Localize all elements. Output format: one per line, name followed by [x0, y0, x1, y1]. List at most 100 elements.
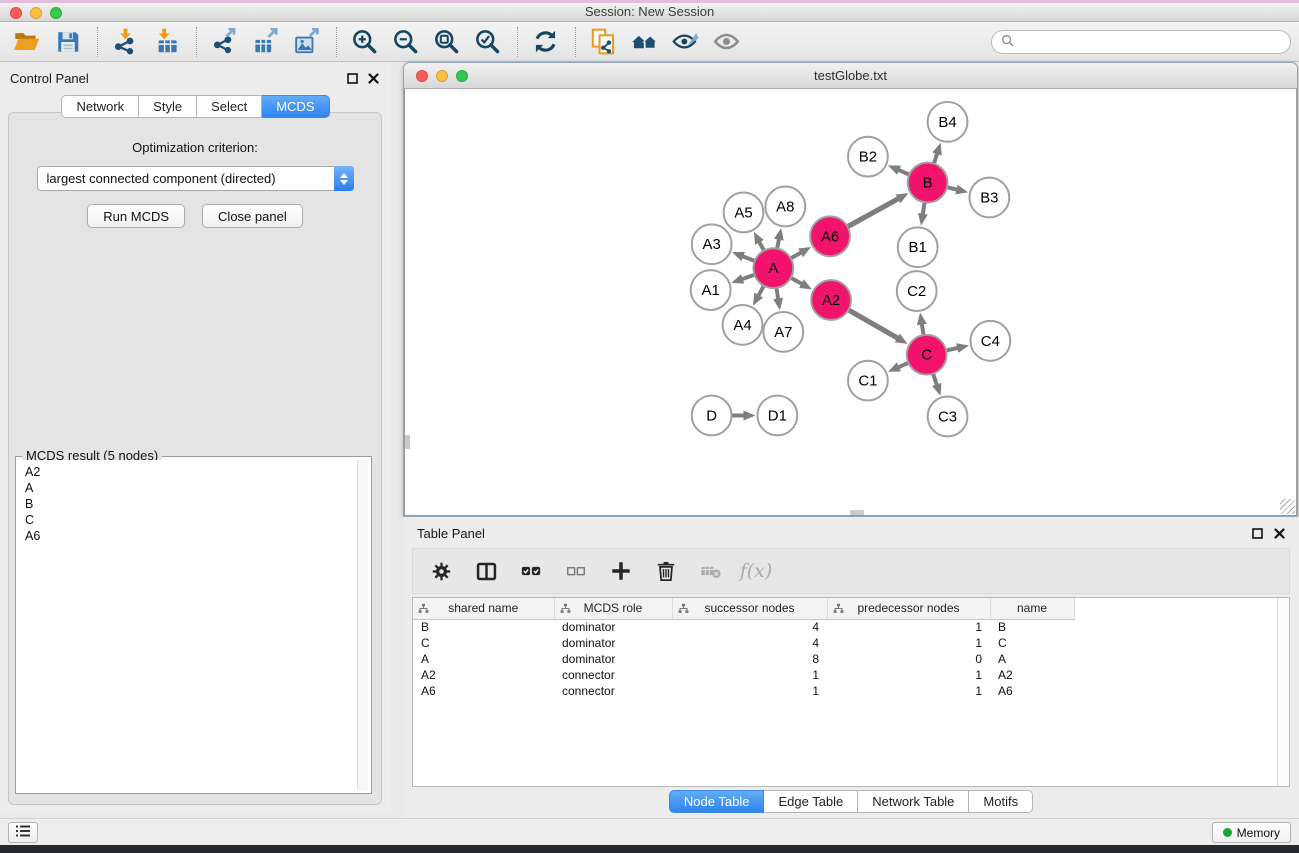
table-cell[interactable]: B	[990, 619, 1074, 635]
network-window-titlebar[interactable]: testGlobe.txt	[404, 63, 1297, 89]
task-history-button[interactable]	[8, 822, 38, 843]
table-float-panel-icon[interactable]	[1252, 527, 1263, 542]
show-hide-columns-button[interactable]	[468, 553, 504, 589]
add-column-button[interactable]	[603, 553, 639, 589]
table-cell[interactable]: dominator	[554, 651, 672, 667]
export-network-button[interactable]	[208, 25, 241, 58]
graph-node-B[interactable]: B	[908, 163, 948, 203]
resize-grip-icon[interactable]	[1280, 499, 1295, 514]
graph-node-C[interactable]: C	[907, 335, 947, 375]
graph-edge-C-C3[interactable]	[933, 374, 937, 386]
table-cell[interactable]: connector	[554, 683, 672, 699]
graph-node-C4[interactable]: C4	[970, 321, 1010, 361]
close-window-button[interactable]	[10, 7, 22, 19]
graph-node-B2[interactable]: B2	[848, 137, 888, 177]
table-cell[interactable]: 4	[672, 635, 827, 651]
graph-node-C1[interactable]: C1	[848, 361, 888, 401]
result-scrollbar[interactable]	[357, 460, 368, 790]
graph-node-A8[interactable]: A8	[765, 187, 805, 227]
table-settings-button[interactable]	[423, 553, 459, 589]
table-tab-motifs[interactable]: Motifs	[969, 790, 1033, 813]
refresh-network-button[interactable]	[529, 25, 562, 58]
graph-node-D1[interactable]: D1	[757, 396, 797, 436]
table-cell[interactable]: 0	[827, 651, 990, 667]
select-all-rows-button[interactable]	[513, 553, 549, 589]
table-row[interactable]: Adominator80A	[413, 651, 1090, 667]
table-cell[interactable]: A6	[990, 683, 1074, 699]
table-row[interactable]: A2connector11A2	[413, 667, 1090, 683]
table-cell[interactable]: 8	[672, 651, 827, 667]
close-panel-icon[interactable]	[368, 72, 379, 87]
graph-edge-B-B2[interactable]	[898, 170, 909, 175]
table-cell[interactable]: 1	[672, 667, 827, 683]
graph-edge-A-A3[interactable]	[742, 256, 755, 261]
search-input[interactable]	[1019, 32, 1290, 52]
table-cell[interactable]: dominator	[554, 619, 672, 635]
graph-edge-C-C1[interactable]	[898, 363, 908, 368]
tab-select[interactable]: Select	[197, 95, 262, 118]
zoom-fit-button[interactable]	[430, 25, 463, 58]
delete-columns-button[interactable]	[648, 553, 684, 589]
graph-edge-C-C4[interactable]	[946, 348, 958, 351]
table-cell[interactable]: A2	[990, 667, 1074, 683]
table-cell[interactable]: 1	[827, 635, 990, 651]
graph-edge-A6-B[interactable]	[848, 198, 899, 226]
export-image-button[interactable]	[290, 25, 323, 58]
show-graphics-details-button[interactable]	[710, 25, 743, 58]
import-table-button[interactable]	[150, 25, 183, 58]
table-tab-network-table[interactable]: Network Table	[858, 790, 969, 813]
minimize-window-button[interactable]	[30, 7, 42, 19]
table-cell[interactable]: A	[413, 651, 554, 667]
table-scrollbar[interactable]	[1277, 598, 1289, 786]
column-header-shared-name[interactable]: shared name	[413, 598, 554, 619]
table-cell[interactable]: 4	[672, 619, 827, 635]
graph-node-A6[interactable]: A6	[810, 216, 850, 256]
export-table-button[interactable]	[249, 25, 282, 58]
deselect-all-rows-button[interactable]	[558, 553, 594, 589]
optimization-criterion-select[interactable]: largest connected component (directed)	[37, 166, 354, 191]
graph-edge-A2-C[interactable]	[848, 310, 898, 339]
graph-edge-A-A4[interactable]	[758, 286, 764, 296]
column-header-MCDS-role[interactable]: MCDS role	[554, 598, 672, 619]
network-canvas[interactable]: B4B2BB3A8A5A6A3B1AA1C2A2A4A7C4CC1DD1C3	[404, 89, 1297, 516]
zoom-in-button[interactable]	[348, 25, 381, 58]
run-mcds-button[interactable]: Run MCDS	[87, 204, 185, 228]
network-graph[interactable]: B4B2BB3A8A5A6A3B1AA1C2A2A4A7C4CC1DD1C3	[405, 89, 1296, 515]
graph-edge-A-A6[interactable]	[791, 252, 802, 258]
home-views-button[interactable]	[628, 25, 661, 58]
graph-node-C3[interactable]: C3	[928, 397, 968, 437]
graph-edge-B-B4[interactable]	[934, 153, 937, 164]
graph-node-A[interactable]: A	[753, 248, 793, 288]
graph-edge-A-A2[interactable]	[791, 278, 803, 284]
table-cell[interactable]: C	[413, 635, 554, 651]
tab-network[interactable]: Network	[61, 95, 139, 118]
graph-node-A1[interactable]: A1	[691, 270, 731, 310]
table-cell[interactable]: 1	[827, 619, 990, 635]
graph-node-A7[interactable]: A7	[763, 312, 803, 352]
graph-node-B4[interactable]: B4	[928, 102, 968, 142]
graph-node-A3[interactable]: A3	[692, 224, 732, 264]
table-cell[interactable]: dominator	[554, 635, 672, 651]
save-session-button[interactable]	[51, 25, 84, 58]
graph-node-A4[interactable]: A4	[723, 305, 763, 345]
graph-edge-B-B3[interactable]	[947, 187, 957, 190]
graph-edge-C-C2[interactable]	[922, 324, 924, 336]
graph-node-B3[interactable]: B3	[969, 178, 1009, 218]
table-cell[interactable]: 1	[672, 683, 827, 699]
import-network-button[interactable]	[109, 25, 142, 58]
float-panel-icon[interactable]	[347, 72, 358, 87]
graph-node-B1[interactable]: B1	[898, 227, 938, 267]
hide-graphics-details-button[interactable]	[669, 25, 702, 58]
network-close-button[interactable]	[416, 70, 428, 82]
table-cell[interactable]: A6	[413, 683, 554, 699]
graph-node-C2[interactable]: C2	[897, 271, 937, 311]
graph-node-D[interactable]: D	[692, 396, 732, 436]
table-tab-edge-table[interactable]: Edge Table	[764, 790, 858, 813]
table-cell[interactable]: 1	[827, 667, 990, 683]
table-cell[interactable]: B	[413, 619, 554, 635]
graph-node-A5[interactable]: A5	[724, 193, 764, 233]
table-tab-node-table[interactable]: Node Table	[669, 790, 765, 813]
zoom-window-button[interactable]	[50, 7, 62, 19]
table-close-panel-icon[interactable]	[1274, 527, 1285, 542]
close-panel-button[interactable]: Close panel	[202, 204, 303, 228]
